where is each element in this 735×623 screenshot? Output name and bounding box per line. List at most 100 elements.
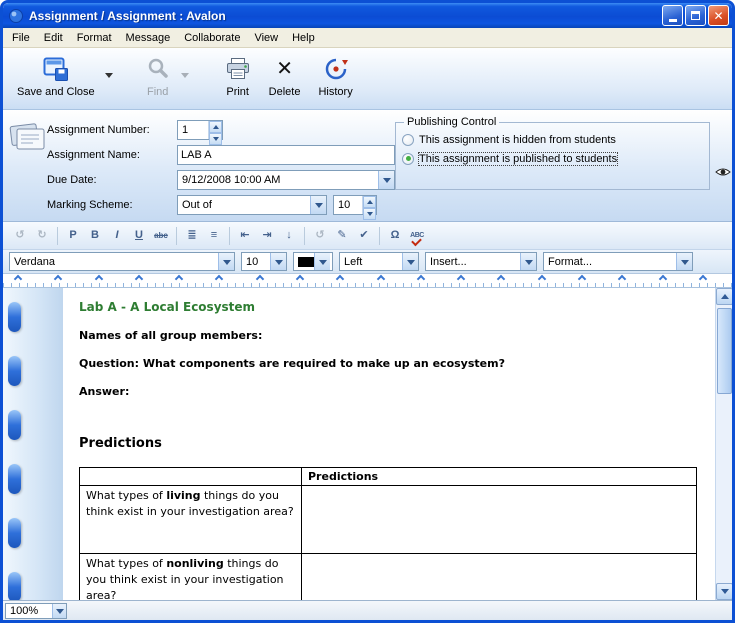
due-date-combo[interactable]: 9/12/2008 10:00 AM: [177, 170, 395, 190]
font-color-dropdown-icon[interactable]: [314, 253, 330, 270]
outdent-icon[interactable]: ⇤: [235, 226, 255, 245]
undo-icon[interactable]: ↺: [10, 226, 30, 245]
minimize-button[interactable]: [662, 5, 683, 26]
alignment-dropdown-icon[interactable]: [402, 253, 418, 270]
zoom-dropdown-icon[interactable]: [52, 604, 66, 618]
menu-edit[interactable]: Edit: [37, 29, 70, 47]
special-characters-icon[interactable]: Ω: [385, 226, 405, 245]
visibility-eye-icon[interactable]: [715, 166, 731, 181]
menu-collaborate[interactable]: Collaborate: [177, 29, 247, 47]
tab-stop-icon: [699, 275, 707, 283]
insert-combo[interactable]: Insert...: [425, 252, 537, 271]
spin-down-icon[interactable]: [209, 133, 222, 145]
names-line: Names of all group members:: [79, 329, 705, 342]
statusbar: 100%: [3, 600, 732, 620]
tab-stop-icon: [54, 275, 62, 283]
tab-stop-icon: [94, 275, 102, 283]
tab-stop-icon: [376, 275, 384, 283]
alignment-combo[interactable]: Left: [339, 252, 419, 271]
format-combo[interactable]: Format...: [543, 252, 693, 271]
font-size-combo[interactable]: 10: [241, 252, 287, 271]
due-date-dropdown-icon[interactable]: [378, 171, 394, 189]
indent-icon[interactable]: ⇥: [257, 226, 277, 245]
toolbar-separator: [304, 227, 305, 245]
paragraph-icon[interactable]: P: [63, 226, 83, 245]
insert-below-icon[interactable]: ↓: [279, 226, 299, 245]
strikethrough-icon[interactable]: abc: [151, 226, 171, 245]
marking-scheme-dropdown-icon[interactable]: [310, 196, 326, 214]
radio-hidden-option[interactable]: This assignment is hidden from students: [402, 131, 703, 148]
scrollbar-thumb[interactable]: [717, 308, 732, 394]
spin-up-icon[interactable]: [209, 121, 222, 133]
underline-icon[interactable]: U: [129, 226, 149, 245]
menubar: File Edit Format Message Collaborate Vie…: [3, 28, 732, 48]
find-options-arrow[interactable]: [179, 58, 191, 92]
spin-up-icon[interactable]: [363, 196, 376, 208]
redo-icon[interactable]: ↻: [32, 226, 52, 245]
save-options-arrow[interactable]: [103, 58, 115, 92]
menu-file[interactable]: File: [5, 29, 37, 47]
font-family-dropdown-icon[interactable]: [218, 253, 234, 270]
titlebar: Assignment / Assignment : Avalon ✕: [3, 3, 732, 28]
marking-points-value: 10: [334, 199, 362, 211]
font-color-combo[interactable]: [293, 252, 333, 271]
bold-icon[interactable]: B: [85, 226, 105, 245]
menu-message[interactable]: Message: [119, 29, 178, 47]
tab-stop-icon: [336, 275, 344, 283]
question-line: Question: What components are required t…: [79, 357, 705, 370]
spin-down-icon[interactable]: [363, 208, 376, 220]
document-heading: Lab A - A Local Ecosystem: [79, 300, 705, 314]
delete-button[interactable]: ✕ Delete: [261, 50, 309, 101]
question-cell-nonliving[interactable]: What types of nonliving things do you th…: [80, 554, 302, 601]
print-icon: [225, 55, 251, 83]
marking-points-spinner[interactable]: 10: [333, 195, 377, 215]
numbered-list-icon[interactable]: ≡: [204, 226, 224, 245]
toolbar-separator: [57, 227, 58, 245]
tab-stop-icon: [135, 275, 143, 283]
header-cell-predictions[interactable]: Predictions: [302, 468, 697, 486]
refresh-icon[interactable]: ↺: [310, 226, 330, 245]
font-size-dropdown-icon[interactable]: [270, 253, 286, 270]
tab-stop-icon: [255, 275, 263, 283]
assignment-name-label: Assignment Name:: [47, 149, 140, 161]
close-button[interactable]: ✕: [708, 5, 729, 26]
cell-text: What types of: [86, 489, 166, 502]
format-dropdown-icon[interactable]: [676, 253, 692, 270]
find-button[interactable]: Find: [137, 50, 179, 101]
predictions-table: Predictions What types of living things …: [79, 467, 697, 600]
assignment-name-input[interactable]: [177, 145, 395, 165]
marking-scheme-combo[interactable]: Out of: [177, 195, 327, 215]
bullet-list-icon[interactable]: ≣: [182, 226, 202, 245]
radio-published-option[interactable]: This assignment is published to students: [402, 150, 703, 167]
question-cell-living[interactable]: What types of living things do you think…: [80, 486, 302, 554]
maximize-button[interactable]: [685, 5, 706, 26]
answer-cell[interactable]: [302, 486, 697, 554]
edit-pencil-icon[interactable]: ✎: [332, 226, 352, 245]
font-family-combo[interactable]: Verdana: [9, 252, 235, 271]
scroll-down-icon[interactable]: [716, 583, 732, 600]
italic-icon[interactable]: I: [107, 226, 127, 245]
menu-help[interactable]: Help: [285, 29, 322, 47]
vertical-scrollbar[interactable]: [715, 288, 732, 600]
answer-cell[interactable]: [302, 554, 697, 601]
header-cell-empty[interactable]: [80, 468, 302, 486]
scroll-up-icon[interactable]: [716, 288, 732, 305]
binding-capsule: [8, 464, 21, 494]
due-date-label: Due Date:: [47, 174, 97, 186]
answer-line: Answer:: [79, 385, 705, 398]
tab-stop-icon: [658, 275, 666, 283]
approve-check-icon[interactable]: ✔: [354, 226, 374, 245]
history-button[interactable]: History: [310, 50, 360, 101]
assignment-number-spinner[interactable]: 1: [177, 120, 223, 140]
main-toolbar: Save and Close Find Print ✕ Delete: [3, 48, 732, 110]
insert-dropdown-icon[interactable]: [520, 253, 536, 270]
menu-format[interactable]: Format: [70, 29, 119, 47]
spell-check-icon[interactable]: ABC: [407, 226, 427, 245]
save-and-close-button[interactable]: Save and Close: [9, 50, 103, 101]
menu-view[interactable]: View: [247, 29, 285, 47]
print-button[interactable]: Print: [217, 50, 259, 101]
document-editor[interactable]: Lab A - A Local Ecosystem Names of all g…: [63, 288, 715, 600]
zoom-combo[interactable]: 100%: [5, 603, 67, 619]
delete-label: Delete: [269, 86, 301, 98]
formatting-toolbar: ↺ ↻ P B I U abc ≣ ≡ ⇤ ⇥ ↓ ↺ ✎ ✔ Ω ABC: [3, 222, 732, 250]
